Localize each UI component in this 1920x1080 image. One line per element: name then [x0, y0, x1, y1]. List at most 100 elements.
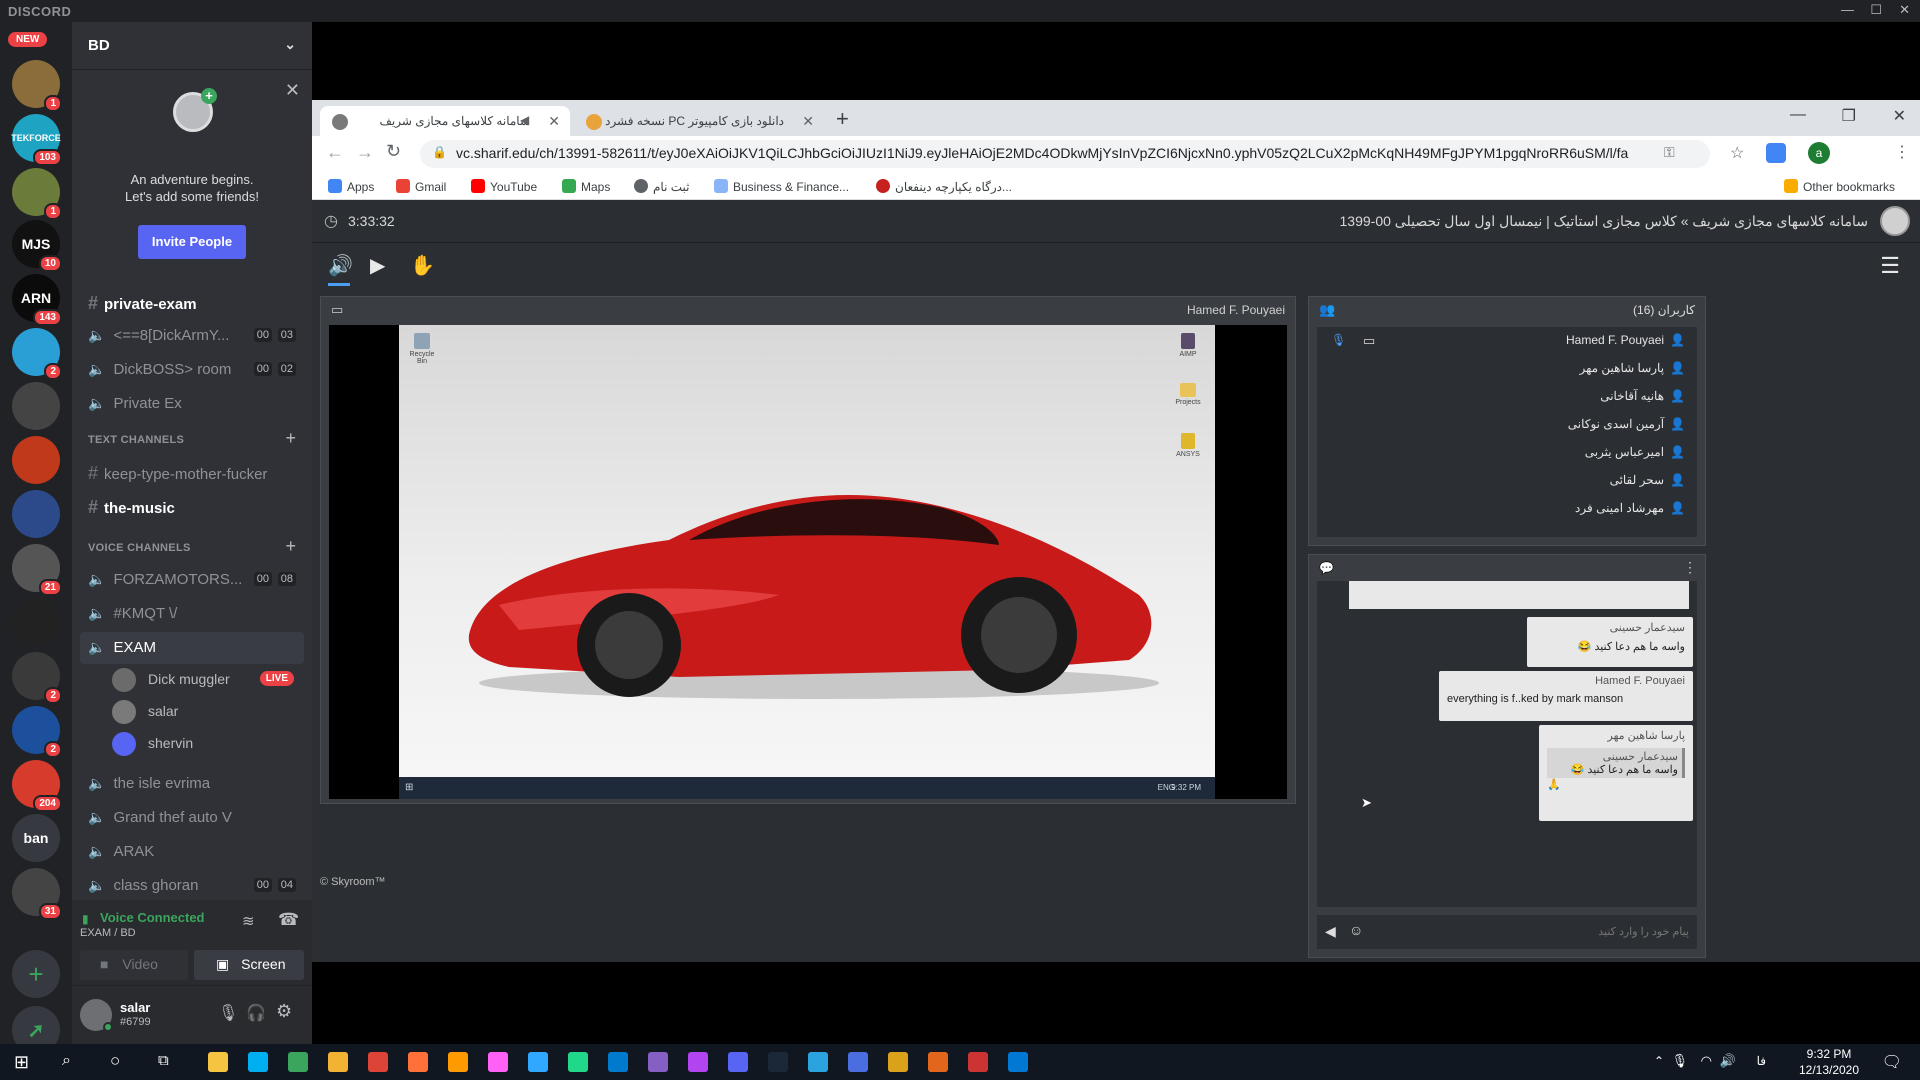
text-channels-category[interactable]: TEXT CHANNELS — [88, 434, 184, 446]
bookmark-portal[interactable]: درگاه یکپارچه دینفعان... — [876, 179, 1012, 194]
taskbar-time[interactable]: 9:32 PM — [1794, 1047, 1864, 1061]
disconnect-icon[interactable]: ☎ — [278, 910, 299, 930]
server-icon[interactable]: 1 — [12, 60, 62, 112]
file-explorer-icon[interactable] — [208, 1052, 228, 1072]
raise-hand-icon[interactable]: ✋ — [410, 253, 435, 278]
star-icon[interactable]: ☆ — [1730, 143, 1744, 163]
tab-skyroom[interactable]: سامانه کلاسهای مجازی شریف ◀ ✕ — [320, 106, 570, 136]
wifi-icon[interactable]: ◠ — [1701, 1053, 1712, 1069]
cortana-icon[interactable]: ○ — [110, 1051, 120, 1071]
server-icon[interactable] — [12, 382, 60, 430]
bookmark-gmail[interactable]: Gmail — [396, 179, 446, 194]
bookmark-youtube[interactable]: YouTube — [471, 179, 537, 194]
menu-icon[interactable]: ⋮ — [1894, 142, 1910, 162]
voice-user[interactable]: shervin — [112, 730, 302, 758]
restore-button[interactable]: ❐ — [1842, 106, 1856, 126]
server-icon[interactable]: 204 — [12, 760, 62, 812]
back-icon[interactable]: ← — [326, 142, 344, 163]
server-icon[interactable] — [12, 598, 60, 646]
reload-icon[interactable]: ↻ — [386, 141, 401, 162]
server-icon[interactable]: MJS 10 — [12, 220, 62, 272]
chat-options-icon[interactable]: ⋮ — [1683, 559, 1697, 576]
new-tab-icon[interactable]: + — [836, 106, 849, 132]
voice-channel[interactable]: 🔈 the isle evrima — [80, 768, 304, 800]
headphones-icon[interactable]: 🎧 — [246, 1003, 266, 1023]
invite-people-button[interactable]: Invite People — [138, 225, 246, 259]
gear-icon[interactable]: ⚙ — [276, 1001, 292, 1022]
close-window-button[interactable]: ✕ — [1893, 106, 1906, 126]
visual-studio-icon[interactable] — [648, 1052, 668, 1072]
voice-channels-category[interactable]: VOICE CHANNELS — [88, 542, 191, 554]
server-icon[interactable]: 21 — [12, 544, 62, 596]
steam-icon[interactable] — [768, 1052, 788, 1072]
add-server-button[interactable]: + — [12, 950, 60, 998]
server-header[interactable]: BD ⌄ — [72, 22, 312, 70]
phpstorm-icon[interactable] — [688, 1052, 708, 1072]
send-icon[interactable]: ◀ — [1325, 923, 1336, 940]
voice-channel[interactable]: 🔈 DickBOSS> room 00 02 — [80, 354, 304, 386]
app-icon[interactable] — [968, 1052, 988, 1072]
server-icon[interactable]: ARN 143 — [12, 274, 62, 326]
text-channel[interactable]: # private-exam — [80, 286, 304, 318]
voice-channel[interactable]: 🔈 EXAM — [80, 632, 304, 664]
play-media-icon[interactable]: ▶ — [370, 253, 385, 278]
voice-channel[interactable]: 🔈 Private Ex — [80, 388, 304, 420]
volume-icon[interactable]: 🔊 — [1720, 1053, 1736, 1069]
close-tab-icon[interactable]: ✕ — [802, 113, 814, 130]
vscode-icon[interactable] — [608, 1052, 628, 1072]
bookmark-business-finance[interactable]: Business & Finance... — [714, 179, 849, 194]
voice-channel[interactable]: 🔈 FORZAMOTORS... 00 08 — [80, 564, 304, 596]
server-icon[interactable]: 2 — [12, 328, 62, 380]
noise-suppression-icon[interactable]: ≋ — [242, 912, 255, 930]
discord-icon[interactable] — [728, 1052, 748, 1072]
tab-game-download[interactable]: دانلود بازی کامپیوتر PC نسخه فشرد ✕ — [574, 106, 824, 136]
text-channel[interactable]: # the-music — [80, 490, 304, 522]
url-field[interactable]: 🔒 vc.sharif.edu/ch/13991-582611/t/eyJ0eX… — [420, 140, 1710, 168]
create-channel-icon[interactable]: + — [285, 536, 296, 557]
speaker-icon[interactable]: 🔊 — [328, 253, 353, 278]
voice-channel[interactable]: 🔈 ARAK — [80, 836, 304, 868]
profile-avatar[interactable]: a — [1808, 142, 1830, 164]
text-channel[interactable]: # keep-type-mother-fucker — [80, 456, 304, 488]
extension-icon[interactable] — [1766, 143, 1786, 163]
app-icon[interactable] — [928, 1052, 948, 1072]
microphone-icon[interactable]: 🎙 — [218, 1003, 238, 1023]
server-icon[interactable]: 31 — [12, 868, 62, 920]
firefox-icon[interactable] — [408, 1052, 428, 1072]
chevron-up-icon[interactable]: ⌃ — [1654, 1054, 1664, 1068]
voice-channel-path[interactable]: EXAM / BD — [80, 927, 136, 939]
server-icon[interactable]: 2 — [12, 706, 62, 758]
participant-row[interactable]: 👤 Hamed F. Pouyaei — [1566, 333, 1685, 347]
close-tab-icon[interactable]: ✕ — [548, 113, 560, 130]
video-button[interactable]: ■ Video — [80, 950, 188, 980]
screen-share-button[interactable]: ▣ Screen — [194, 950, 304, 980]
app-icon[interactable] — [888, 1052, 908, 1072]
other-bookmarks[interactable]: Other bookmarks — [1784, 179, 1895, 194]
notifications-icon[interactable]: 🗨 — [1882, 1052, 1902, 1072]
voice-channel[interactable]: 🔈 class ghoran 00 04 — [80, 870, 304, 902]
task-view-icon[interactable]: ⧉ — [158, 1052, 169, 1069]
participant-row[interactable]: 👤 امیرعباس یثربی — [1585, 445, 1685, 459]
hamburger-menu-icon[interactable]: ☰ — [1880, 253, 1900, 279]
server-icon[interactable]: 2 — [12, 652, 62, 704]
microphone-icon[interactable]: 🎙 — [1671, 1053, 1688, 1069]
windows-start-icon[interactable]: ⊞ — [14, 1052, 29, 1073]
close-button[interactable]: ✕ — [1899, 2, 1910, 18]
create-channel-icon[interactable]: + — [285, 428, 296, 449]
chrome-icon[interactable] — [368, 1052, 388, 1072]
server-icon[interactable] — [12, 490, 60, 538]
app-icon[interactable] — [848, 1052, 868, 1072]
participant-row[interactable]: 👤 سحر لقائی — [1610, 473, 1685, 487]
telegram-icon[interactable] — [808, 1052, 828, 1072]
server-icon[interactable]: 1 — [12, 168, 62, 220]
illustrator-icon[interactable] — [448, 1052, 468, 1072]
webstorm-icon[interactable] — [568, 1052, 588, 1072]
participant-row[interactable]: 👤 پارسا شاهین مهر — [1580, 361, 1686, 375]
participant-row[interactable]: 👤 هانیه آقاخانی — [1600, 389, 1685, 403]
server-icon[interactable] — [12, 436, 60, 484]
voice-user[interactable]: Dick muggler LIVE — [112, 666, 302, 694]
server-icon[interactable]: ban — [12, 814, 60, 862]
emoji-icon[interactable]: ☺ — [1349, 922, 1363, 938]
bookmark-register[interactable]: ثبت نام — [634, 179, 690, 194]
minimize-button[interactable]: — — [1841, 2, 1854, 17]
